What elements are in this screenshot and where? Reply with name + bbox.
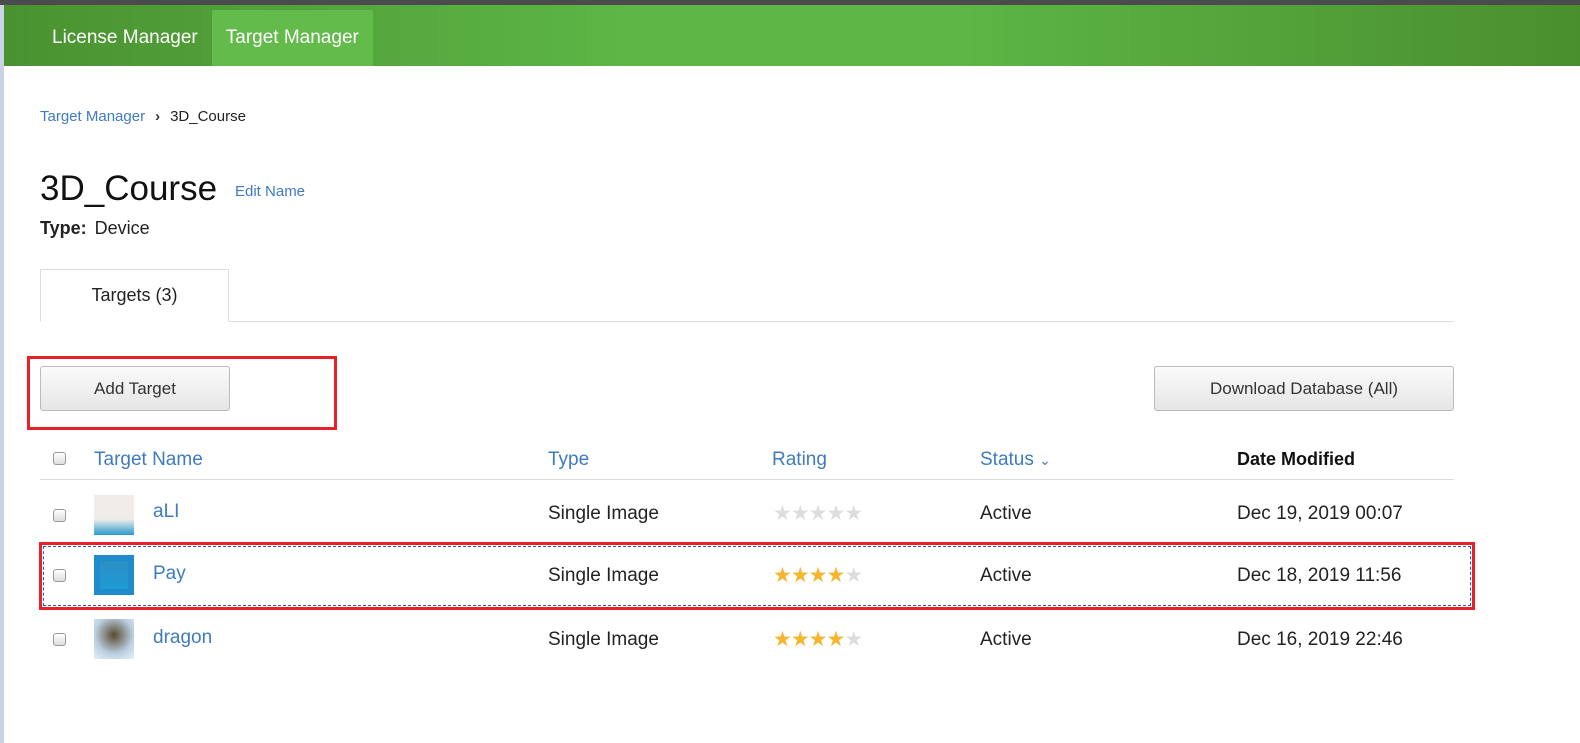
tab-divider bbox=[40, 321, 1454, 322]
target-name-link[interactable]: dragon bbox=[153, 627, 212, 649]
rating-stars: ★★★★★ bbox=[773, 628, 863, 651]
breadcrumb-root[interactable]: Target Manager bbox=[40, 108, 145, 125]
table-row[interactable]: dragon Single Image ★★★★★ Active Dec 16,… bbox=[40, 609, 1454, 673]
target-status: Active bbox=[980, 629, 1032, 650]
edit-name-link[interactable]: Edit Name bbox=[235, 183, 305, 200]
type-label: Type: bbox=[40, 218, 87, 238]
selection-highlight bbox=[39, 542, 1475, 610]
col-target-name[interactable]: Target Name bbox=[94, 449, 203, 471]
nav-target-manager[interactable]: Target Manager bbox=[211, 10, 373, 66]
target-thumbnail bbox=[94, 619, 134, 659]
nav-license-manager[interactable]: License Manager bbox=[38, 10, 212, 66]
target-status: Active bbox=[980, 503, 1032, 524]
chevron-right-icon: › bbox=[155, 108, 161, 125]
breadcrumb-current: 3D_Course bbox=[170, 108, 246, 125]
table-row[interactable]: aLI Single Image ★★★★★ Active Dec 19, 20… bbox=[40, 481, 1454, 545]
target-name-link[interactable]: aLI bbox=[153, 501, 179, 523]
row-checkbox[interactable] bbox=[53, 633, 66, 646]
database-type: Type: Device bbox=[40, 218, 150, 239]
row-checkbox[interactable] bbox=[53, 509, 66, 522]
col-rating[interactable]: Rating bbox=[772, 449, 827, 471]
download-database-button[interactable]: Download Database (All) bbox=[1154, 366, 1454, 411]
target-type: Single Image bbox=[548, 629, 659, 650]
breadcrumb: Target Manager › 3D_Course bbox=[40, 108, 246, 125]
rating-stars: ★★★★★ bbox=[773, 502, 863, 525]
target-type: Single Image bbox=[548, 503, 659, 524]
target-date: Dec 19, 2019 00:07 bbox=[1237, 503, 1403, 524]
top-nav: License Manager Target Manager bbox=[4, 5, 1580, 66]
page: License Manager Target Manager Target Ma… bbox=[4, 5, 1580, 743]
target-thumbnail bbox=[94, 495, 134, 535]
select-all-checkbox[interactable] bbox=[53, 452, 66, 465]
col-type[interactable]: Type bbox=[548, 449, 589, 471]
col-status[interactable]: Status ⌄ bbox=[980, 449, 1051, 471]
col-status-label: Status bbox=[980, 449, 1034, 470]
page-title: 3D_Course bbox=[40, 169, 218, 208]
add-target-button[interactable]: Add Target bbox=[40, 366, 230, 411]
chevron-down-icon: ⌄ bbox=[1039, 452, 1051, 468]
header-divider bbox=[40, 479, 1454, 480]
target-date: Dec 16, 2019 22:46 bbox=[1237, 629, 1403, 650]
col-date-modified[interactable]: Date Modified bbox=[1237, 449, 1355, 470]
tab-targets[interactable]: Targets (3) bbox=[40, 269, 229, 322]
type-value: Device bbox=[94, 218, 150, 238]
